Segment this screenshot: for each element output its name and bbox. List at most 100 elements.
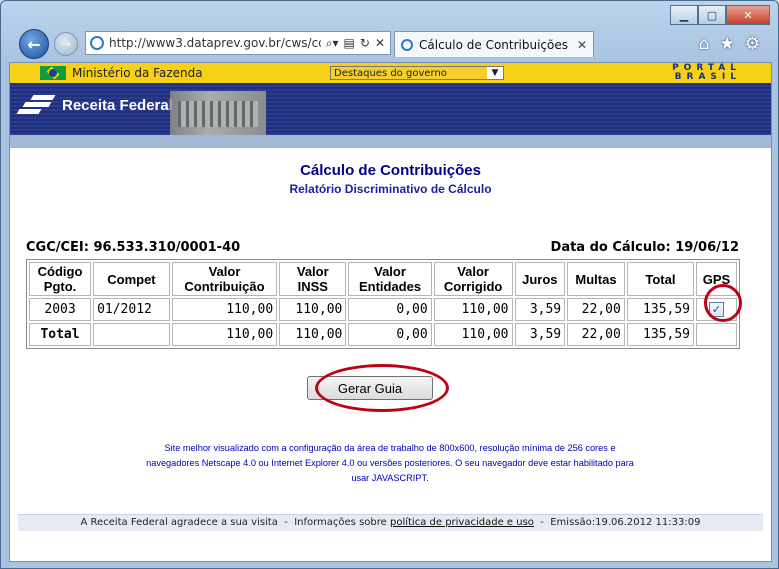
government-bar: Ministério da Fazenda Destaques do gover… [10,63,771,83]
page-title: Cálculo de Contribuições [300,162,481,179]
note-line-1: Site melhor visualizado com a configuraç… [164,443,616,453]
total-juros: 3,59 [514,323,566,346]
note-line-3: usar JAVASCRIPT. [351,473,429,483]
cgc-value: 96.533.310/0001-40 [93,240,241,255]
cell-multas: 22,00 [567,298,625,321]
header-vi-line2: INSS [297,279,328,294]
compat-icon[interactable]: ▤ [344,36,355,51]
total-total: 135,59 [626,323,695,346]
header-vc-line1: Valor [208,264,241,279]
date-label: Data do Cálculo: [550,240,671,255]
minimize-button[interactable]: ▁ [670,5,698,25]
header-valor-inss: Valor INSS [279,262,347,296]
header-valor-entidades: Valor Entidades [348,262,432,296]
close-window-button[interactable]: ✕ [726,5,770,25]
back-arrow-icon[interactable]: ← [19,29,49,59]
header-total: Total [626,262,695,296]
header-valor-corrigido: Valor Corrigido [433,262,513,296]
ministry-building-image [170,91,266,135]
gps-annotation-circle [704,284,742,322]
privacy-link[interactable]: política de privacidade e uso [390,517,534,528]
footer-info-prefix: Informações sobre [294,517,387,528]
calculation-table: Código Pgto. Compet Valor Contribuição Val… [26,259,740,349]
total-gps-empty [696,323,737,346]
cgc-info: CGC/CEI: 96.533.310/0001-40 [26,240,240,255]
date-value: 19/06/12 [675,240,739,255]
cell-valor-contribuicao: 110,00 [171,298,278,321]
search-icon[interactable]: ⌕▾ [326,36,339,51]
tab-close-icon[interactable]: ✕ [571,38,593,52]
tab-title: Cálculo de Contribuições p... [419,37,571,52]
toolbar-icons: ⌂ ★ ⚙ [699,34,760,54]
page-footer: A Receita Federal agradece a sua visita … [18,515,763,531]
total-compet-empty [93,323,170,346]
date-info: Data do Cálculo: 19/06/12 [551,240,739,255]
cell-codigo: 2003 [29,298,92,321]
portal-line-2: BRASIL [674,72,741,82]
receita-mark-icon [16,93,56,117]
page-content: Ministério da Fazenda Destaques do gover… [9,62,772,562]
favorites-star-icon[interactable]: ★ [720,34,735,54]
banner-strip [10,135,771,148]
header-compet: Compet [93,262,170,296]
footer-emission: Emissão:19.06.2012 11:33:09 [550,517,701,528]
chevron-down-icon[interactable]: ▼ [487,68,503,78]
settings-gear-icon[interactable]: ⚙ [745,34,760,54]
header-multas: Multas [567,262,625,296]
address-controls: ⌕▾ ▤ ↻ ✕ [321,36,390,51]
forward-arrow-icon[interactable]: → [54,32,78,56]
header-codigo-line2: Pgto. [43,279,77,294]
cell-valor-entidades: 0,00 [348,298,432,321]
cell-total: 135,59 [626,298,695,321]
refresh-icon[interactable]: ↻ [360,36,370,51]
page-subtitle: Relatório Discriminativo de Cálculo [289,182,492,196]
maximize-button[interactable]: ▢ [698,5,726,25]
ie-page-icon [90,36,104,50]
brazil-flag-icon [40,66,66,80]
browser-toolbar: ← → http://www3.dataprev.gov.br/cws/cc ⌕… [1,28,778,62]
address-url[interactable]: http://www3.dataprev.gov.br/cws/cc [109,36,321,50]
receita-logo[interactable]: Receita Federal [16,93,173,117]
info-line: CGC/CEI: 96.533.310/0001-40 Data do Cálc… [26,240,739,255]
header-vcorr-line2: Corrigido [443,279,503,294]
destaques-select-value: Destaques do governo [331,67,487,79]
note-line-2: navegadores Netscape 4.0 ou Internet Exp… [146,458,634,468]
browser-requirements-note: Site melhor visualizado com a configuraç… [90,441,690,486]
receita-brand: Receita Federal [62,96,173,114]
total-label: Total [29,323,92,346]
table-header-row: Código Pgto. Compet Valor Contribuição Val… [29,262,737,296]
total-valor-corrigido: 110,00 [433,323,513,346]
header-codigo-line1: Código [37,264,83,279]
button-annotation-circle [315,364,449,412]
header-codigo: Código Pgto. [29,262,92,296]
ministry-link[interactable]: Ministério da Fazenda [72,66,203,80]
cell-compet: 01/2012 [93,298,170,321]
total-valor-contribuicao: 110,00 [171,323,278,346]
header-ve-line2: Entidades [358,279,422,294]
address-bar[interactable]: http://www3.dataprev.gov.br/cws/cc ⌕▾ ▤ … [85,31,391,55]
destaques-select[interactable]: Destaques do governo ▼ [330,66,504,80]
home-icon[interactable]: ⌂ [699,34,710,54]
total-valor-inss: 110,00 [279,323,347,346]
cell-valor-corrigido: 110,00 [433,298,513,321]
cell-valor-inss: 110,00 [279,298,347,321]
ie-tab-icon [401,38,413,51]
table-row: 2003 01/2012 110,00 110,00 0,00 110,00 3… [29,298,737,321]
header-vcorr-line1: Valor [457,264,489,279]
close-icon[interactable]: ✕ [375,36,385,51]
cell-juros: 3,59 [514,298,566,321]
tab-calculo[interactable]: Cálculo de Contribuições p... ✕ [394,31,594,57]
total-multas: 22,00 [567,323,625,346]
browser-window: ▁ ▢ ✕ ← → http://www3.dataprev.gov.br/cw… [0,0,779,569]
header-valor-contribuicao: Valor Contribuição [171,262,278,296]
receita-banner: Receita Federal [10,83,771,135]
header-juros: Juros [514,262,566,296]
footer-thanks: A Receita Federal agradece a sua visita [80,517,278,528]
cgc-label: CGC/CEI: [26,240,89,255]
total-valor-entidades: 0,00 [348,323,432,346]
header-vi-line1: Valor [296,264,329,279]
header-vc-line2: Contribuição [184,279,265,294]
portal-brasil-logo[interactable]: PORTAL BRASIL [672,64,741,82]
window-caption-buttons: ▁ ▢ ✕ [670,5,770,25]
header-ve-line1: Valor [374,264,406,279]
